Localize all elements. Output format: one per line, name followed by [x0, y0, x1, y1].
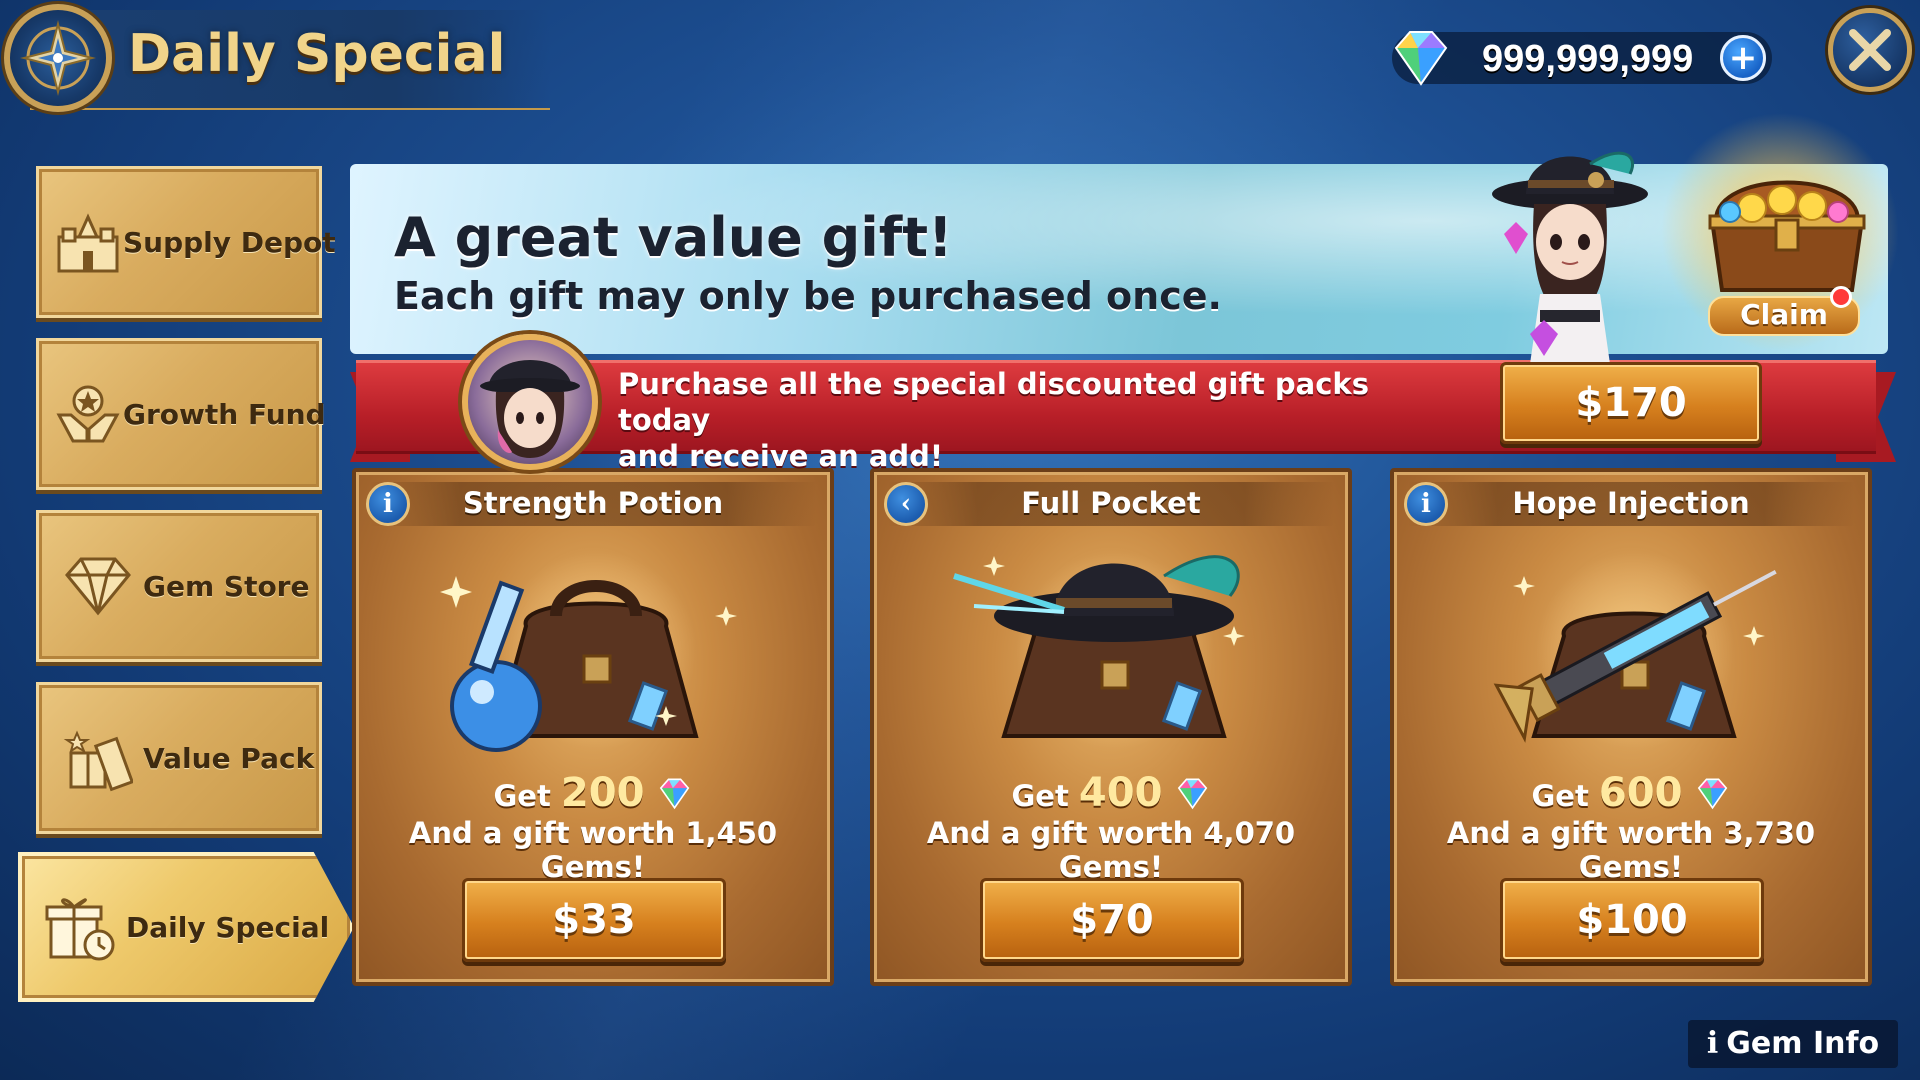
pack-card-full-pocket: Full Pocket ‹ Get 400 And a gift worth 4…	[870, 468, 1352, 986]
sidebar-item-label: Gem Store	[143, 569, 310, 603]
sidebar-item-label: Supply Depot	[123, 225, 336, 259]
buy-button[interactable]: $33	[462, 878, 726, 962]
page-title: Daily Special	[128, 24, 506, 84]
sidebar-item-label: Value Pack	[143, 741, 315, 775]
sidebar-item-supply-depot[interactable]: Supply Depot	[36, 166, 336, 318]
sidebar-item-label: Daily Special	[126, 910, 330, 944]
gem-amount: 600	[1598, 770, 1683, 816]
offer-text-line1: Purchase all the special discounted gift…	[618, 367, 1369, 437]
sidebar-item-gem-store[interactable]: Gem Store	[36, 510, 322, 662]
get-label: Get	[1531, 779, 1589, 813]
sidebar-item-label: Growth Fund	[123, 397, 326, 431]
gift-worth-text: And a gift worth 4,070 Gems!	[926, 816, 1296, 884]
gift-boxes-icon	[53, 713, 143, 803]
gift-worth-text: And a gift worth 1,450 Gems!	[408, 816, 778, 884]
character-illustration	[1470, 134, 1670, 364]
gem-reward: Get 600	[1394, 770, 1868, 817]
treasure-chest-icon[interactable]	[1692, 150, 1882, 300]
hat-bag-illustration	[934, 536, 1296, 756]
buy-button[interactable]: $100	[1500, 878, 1764, 962]
add-gems-button[interactable]: +	[1720, 35, 1766, 81]
character-avatar	[462, 334, 598, 470]
gem-amount: 200	[560, 770, 645, 816]
back-arrow-icon[interactable]: ‹	[884, 482, 928, 526]
diamond-icon	[53, 541, 143, 631]
gem-reward: Get 200	[356, 770, 830, 817]
card-title: Hope Injection	[1512, 486, 1750, 520]
close-button[interactable]	[1828, 8, 1912, 92]
info-icon: i	[1706, 1026, 1719, 1061]
offer-text: Purchase all the special discounted gift…	[618, 366, 1438, 474]
card-title: Full Pocket	[1021, 486, 1201, 520]
bundle-price-button[interactable]: $170	[1500, 362, 1762, 444]
close-icon	[1849, 29, 1891, 71]
sidebar-item-growth-fund[interactable]: Growth Fund	[36, 338, 326, 490]
gem-icon	[655, 776, 693, 817]
syringe-bag-illustration	[1454, 536, 1816, 756]
card-title: Strength Potion	[462, 486, 724, 520]
potion-bag-illustration	[416, 536, 778, 756]
pack-card-hope-injection: Hope Injection i Get 600 And a gift wort…	[1390, 468, 1872, 986]
gift-worth-text: And a gift worth 3,730 Gems!	[1446, 816, 1816, 884]
banner-title: A great value gift!	[394, 206, 953, 269]
info-icon[interactable]: i	[1404, 482, 1448, 526]
compass-emblem-icon	[4, 4, 112, 112]
notification-dot	[1830, 286, 1852, 308]
get-label: Get	[1011, 779, 1069, 813]
hands-star-icon	[53, 369, 123, 459]
banner-subtitle: Each gift may only be purchased once.	[394, 274, 1222, 318]
gem-balance: 999,999,999	[1482, 38, 1694, 80]
buy-button[interactable]: $70	[980, 878, 1244, 962]
info-icon[interactable]: i	[366, 482, 410, 526]
sidebar-item-value-pack[interactable]: Value Pack	[36, 682, 322, 834]
gem-amount: 400	[1078, 770, 1163, 816]
gem-icon	[1388, 26, 1452, 92]
gem-reward: Get 400	[874, 770, 1348, 817]
gem-info-label: Gem Info	[1726, 1026, 1880, 1061]
offer-text-line2: and receive an add!	[618, 439, 944, 473]
gem-icon	[1693, 776, 1731, 817]
gem-icon	[1173, 776, 1211, 817]
gem-info-button[interactable]: i Gem Info	[1688, 1020, 1898, 1068]
get-label: Get	[493, 779, 551, 813]
sidebar-item-daily-special[interactable]: Daily Special	[18, 852, 354, 1002]
gift-clock-icon	[36, 882, 126, 972]
castle-icon	[53, 197, 123, 287]
pack-card-strength-potion: Strength Potion i Get 200 And a gift wor…	[352, 468, 834, 986]
currency-bar: 999,999,999 +	[1392, 31, 1772, 86]
